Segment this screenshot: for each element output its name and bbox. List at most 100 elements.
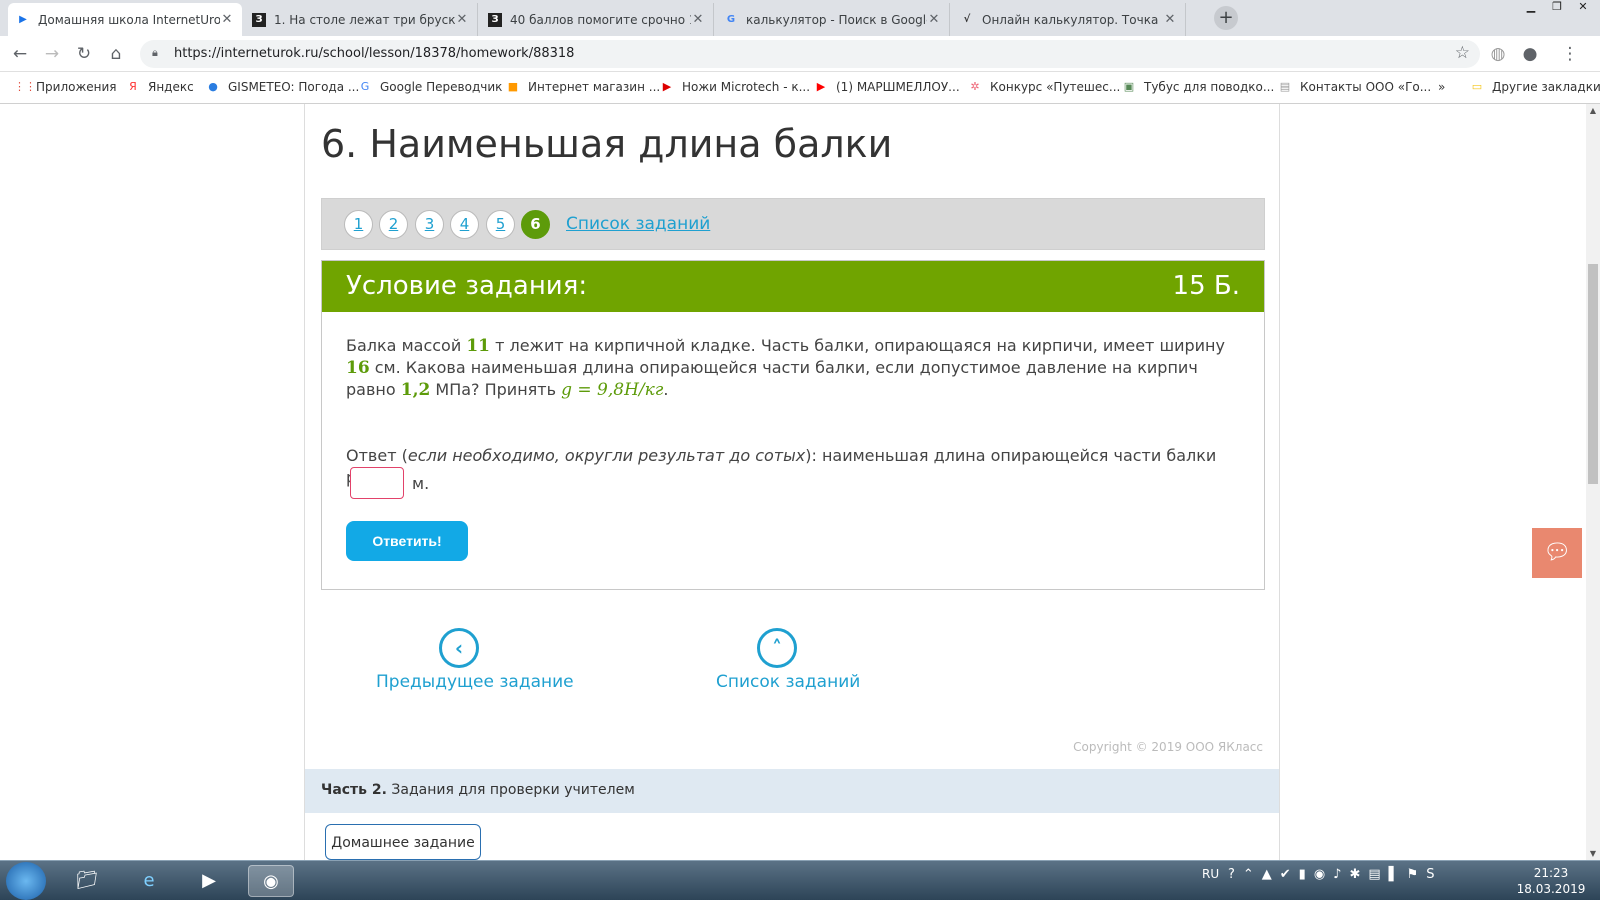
task-number-5[interactable]: 5 [486,210,515,239]
submit-answer-button[interactable]: Ответить! [346,521,468,561]
browser-tab-active[interactable]: ▶ Домашняя школа InternetUrok.r ✕ [8,3,242,36]
gismeteo-icon: ● [208,80,218,93]
task-navigation: 1 2 3 4 5 6 Список заданий [321,198,1265,250]
google-icon: G [726,14,736,25]
system-tray-icons[interactable]: ?⌃▲✔▮◉♪✱▤▌⚑S [1228,867,1443,882]
answer-prompt: Ответ (если необходимо, округли результа… [346,446,1217,487]
browser-tab-strip: ▶ Домашняя школа InternetUrok.r ✕ З 1. Н… [0,0,1600,36]
scrollbar-thumb[interactable] [1588,264,1598,484]
forward-icon[interactable]: → [40,42,64,66]
bookmark-contacts[interactable]: ▤ Контакты ООО «Го... [1278,80,1431,94]
close-icon[interactable]: ✕ [1163,12,1177,27]
explorer-icon[interactable]: 📁︎ [64,865,110,897]
youtube-icon: ▶ [816,80,826,93]
url-text: https://interneturok.ru/school/lesson/18… [174,46,575,61]
bookmark-shop[interactable]: ■ Интернет магазин ... [506,80,660,94]
browser-tab[interactable]: З 40 баллов помогите срочно 1 з ✕ [480,3,714,36]
bookmark-microtech[interactable]: ▶ Ножи Microtech - к... [660,80,810,94]
tab-title: калькулятор - Поиск в Google [746,12,927,27]
close-icon[interactable]: ✕ [691,12,705,27]
bookmark-youtube[interactable]: ▶ (1) МАРШМЕЛЛОУ... [814,80,960,94]
profile-avatar[interactable]: ● [1518,42,1542,66]
pressure-value: 1,2 [400,380,431,400]
task-number-current[interactable]: 6 [521,210,550,239]
points-badge: 15 Б. [1172,271,1240,301]
bookmark-other[interactable]: ▭ Другие закладки [1470,80,1600,94]
answer-input[interactable] [350,467,404,499]
previous-task-link[interactable]: Предыдущее задание [376,672,574,692]
bookmark-tubus[interactable]: ▣ Тубус для поводко... [1122,80,1274,94]
maximize-icon[interactable]: ❐ [1544,0,1570,18]
bookmarks-overflow[interactable]: » [1438,80,1445,94]
znanija-icon: З [252,12,266,27]
answer-row: м. [346,467,429,499]
page-viewport: 6. Наименьшая длина балки 1 2 3 4 5 6 Сп… [0,104,1586,860]
browser-tab[interactable]: G калькулятор - Поиск в Google ✕ [716,3,950,36]
bookmark-translate[interactable]: G Google Переводчик [358,80,503,94]
bookmark-star-icon[interactable]: ☆ [1455,43,1470,63]
tab-title: Онлайн калькулятор. Точка пер [982,12,1163,27]
language-indicator[interactable]: RU [1202,867,1219,881]
calculator-icon: √ [963,14,971,25]
tab-title: 40 баллов помогите срочно 1 з [510,12,691,27]
close-window-icon[interactable]: ✕ [1570,0,1596,18]
task-header-title: Условие задания: [346,271,588,301]
task-list-up-icon[interactable]: ˄ [757,628,797,668]
chat-icon[interactable]: 💬︎ [1532,528,1582,578]
width-value: 16 [346,358,370,378]
task-number-3[interactable]: 3 [415,210,444,239]
close-icon[interactable]: ✕ [927,12,941,27]
page-scrollbar[interactable]: ▲ ▼ [1586,104,1600,860]
scroll-up-icon[interactable]: ▲ [1586,106,1600,115]
start-button[interactable] [6,862,46,900]
mass-value: 11 [466,336,490,356]
lock-icon: 🔒︎ [152,46,158,59]
close-icon[interactable]: ✕ [220,12,234,27]
bookmark-apps[interactable]: ⋮⋮ Приложения [14,80,117,94]
task-list-bottom-link[interactable]: Список заданий [716,672,860,692]
internet-explorer-icon[interactable]: e [126,865,172,897]
page-title: 6. Наименьшая длина балки [321,122,893,166]
minimize-icon[interactable]: ▁ [1518,0,1544,18]
task-statement: Балка массой 11 т лежит на кирпичной кла… [346,336,1225,400]
bookmark-contest[interactable]: ✲ Конкурс «Путешес... [968,80,1120,94]
homework-button[interactable]: Домашнее задание [325,824,481,860]
new-tab-button[interactable]: + [1214,6,1238,30]
play-icon: ▶ [662,80,672,93]
tubus-icon: ▣ [1123,80,1135,93]
scroll-down-icon[interactable]: ▼ [1586,849,1600,858]
lesson-page: 6. Наименьшая длина балки 1 2 3 4 5 6 Сп… [304,104,1280,860]
bookmark-yandex[interactable]: Я Яндекс [126,80,194,94]
bookmark-gismeteo[interactable]: ● GISMETEO: Погода ... [206,80,359,94]
windows-taskbar: 📁︎ e ▶ ◉ RU ?⌃▲✔▮◉♪✱▤▌⚑S 21:23 18.03.201… [0,860,1600,900]
system-clock[interactable]: 21:23 18.03.2019 [1510,865,1592,897]
flower-icon: ✲ [970,80,980,93]
address-bar[interactable]: 🔒︎ https://interneturok.ru/school/lesson… [140,40,1480,68]
reload-icon[interactable]: ↻ [72,42,96,66]
media-player-icon[interactable]: ▶ [186,865,232,897]
yandex-icon: Я [129,80,137,93]
chrome-icon[interactable]: ◉ [248,865,294,897]
clock-time: 21:23 [1533,866,1569,880]
task-number-2[interactable]: 2 [379,210,408,239]
previous-task-icon[interactable]: ‹ [439,628,479,668]
menu-icon[interactable]: ⋮ [1558,42,1582,66]
browser-toolbar: ← → ↻ ⌂ 🔒︎ https://interneturok.ru/schoo… [0,36,1600,72]
task-number-4[interactable]: 4 [450,210,479,239]
task-box: Условие задания: 15 Б. Балка массой 11 т… [321,260,1265,590]
task-list-link[interactable]: Список заданий [566,214,710,234]
extension-icon[interactable]: ◍ [1486,42,1510,66]
task-header: Условие задания: 15 Б. [322,261,1264,312]
browser-tab[interactable]: З 1. На столе лежат три бруска (с ✕ [244,3,478,36]
home-icon[interactable]: ⌂ [104,42,128,66]
clock-date: 18.03.2019 [1516,882,1586,896]
task-number-1[interactable]: 1 [344,210,373,239]
document-icon: ▤ [1279,80,1291,93]
browser-tab[interactable]: √ Онлайн калькулятор. Точка пер ✕ [952,3,1186,36]
play-icon: ▶ [19,14,27,25]
close-icon[interactable]: ✕ [455,12,469,27]
bookmarks-bar: ⋮⋮ Приложения Я Яндекс ● GISMETEO: Погода .… [0,72,1600,104]
back-icon[interactable]: ← [8,42,32,66]
answer-unit: м. [412,473,430,493]
apps-icon: ⋮⋮ [14,80,36,93]
